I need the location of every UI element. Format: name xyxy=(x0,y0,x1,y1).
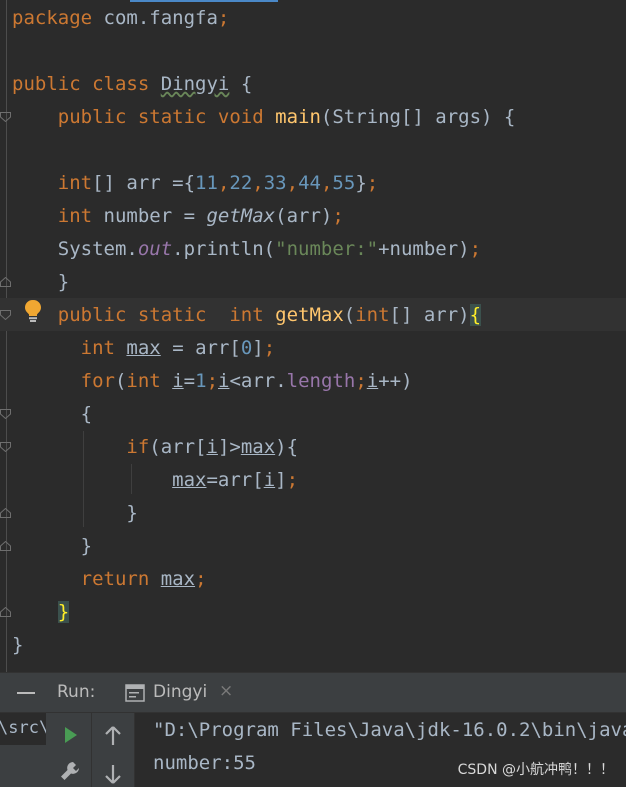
project-path-fragment: \src\c xyxy=(0,713,46,745)
fold-marker-icon[interactable] xyxy=(0,541,11,551)
console-icon xyxy=(125,684,145,702)
fold-marker-icon[interactable] xyxy=(0,607,11,617)
code-line-4[interactable]: public static void main(String[] args) { xyxy=(12,101,516,134)
run-label: Run: xyxy=(57,682,96,702)
fold-marker-icon[interactable] xyxy=(0,409,11,419)
code-line-9[interactable]: } xyxy=(12,266,69,299)
run-tool-window: Run: Dingyi × \src\c "D:\P xyxy=(0,672,626,787)
code-line-13[interactable]: { xyxy=(12,398,92,431)
code-line-17[interactable]: } xyxy=(12,530,92,563)
watermark: CSDN @小航冲鸭！！！ xyxy=(457,762,614,778)
code-editor[interactable]: package com.fangfa; public class Dingyi … xyxy=(0,0,626,672)
tab-dingyi[interactable]: Dingyi × xyxy=(112,673,248,712)
run-header: Run: Dingyi × xyxy=(0,672,626,713)
code-line-19[interactable]: } xyxy=(12,596,70,629)
minimize-icon[interactable] xyxy=(17,692,35,694)
code-line-11[interactable]: int max = arr[0]; xyxy=(12,332,276,365)
arrow-down-icon[interactable] xyxy=(101,762,125,786)
code-line-15[interactable]: max=arr[i]; xyxy=(12,464,298,497)
gutter-divider xyxy=(6,0,7,672)
fold-marker-icon[interactable] xyxy=(0,112,11,122)
run-toolbar xyxy=(48,713,92,787)
code-line-12[interactable]: for(int i=1;i<arr.length;i++) xyxy=(12,365,413,398)
rerun-icon[interactable] xyxy=(58,723,82,747)
fold-marker-icon[interactable] xyxy=(0,442,11,452)
fold-marker-icon[interactable] xyxy=(0,277,11,287)
tab-label: Dingyi xyxy=(153,682,208,702)
arrow-up-icon[interactable] xyxy=(101,724,125,748)
code-line-14[interactable]: if(arr[i]>max){ xyxy=(12,431,298,464)
code-line-1[interactable]: package com.fangfa; xyxy=(12,2,229,35)
wrench-icon[interactable] xyxy=(58,759,82,783)
code-line-16[interactable]: } xyxy=(12,497,137,530)
console-line: number:55 xyxy=(153,752,256,774)
code-line-18[interactable]: return max; xyxy=(12,563,207,596)
code-line-20[interactable]: } xyxy=(12,629,23,662)
code-line-7[interactable]: int number = getMax(arr); xyxy=(12,200,344,233)
fold-marker-icon[interactable] xyxy=(0,508,11,518)
scroll-toolbar xyxy=(92,713,135,787)
code-line-8[interactable]: System.out.println("number:"+number); xyxy=(12,233,481,266)
console-line: "D:\Program Files\Java\jdk-16.0.2\bin\ja… xyxy=(153,719,626,741)
code-line-10[interactable]: public static int getMax(int[] arr){ xyxy=(12,299,482,332)
code-line-3[interactable]: public class Dingyi { xyxy=(12,68,252,101)
code-line-6[interactable]: int[] arr ={11,22,33,44,55}; xyxy=(12,167,378,200)
close-icon[interactable]: × xyxy=(219,681,233,701)
fold-marker-icon[interactable] xyxy=(0,310,11,320)
